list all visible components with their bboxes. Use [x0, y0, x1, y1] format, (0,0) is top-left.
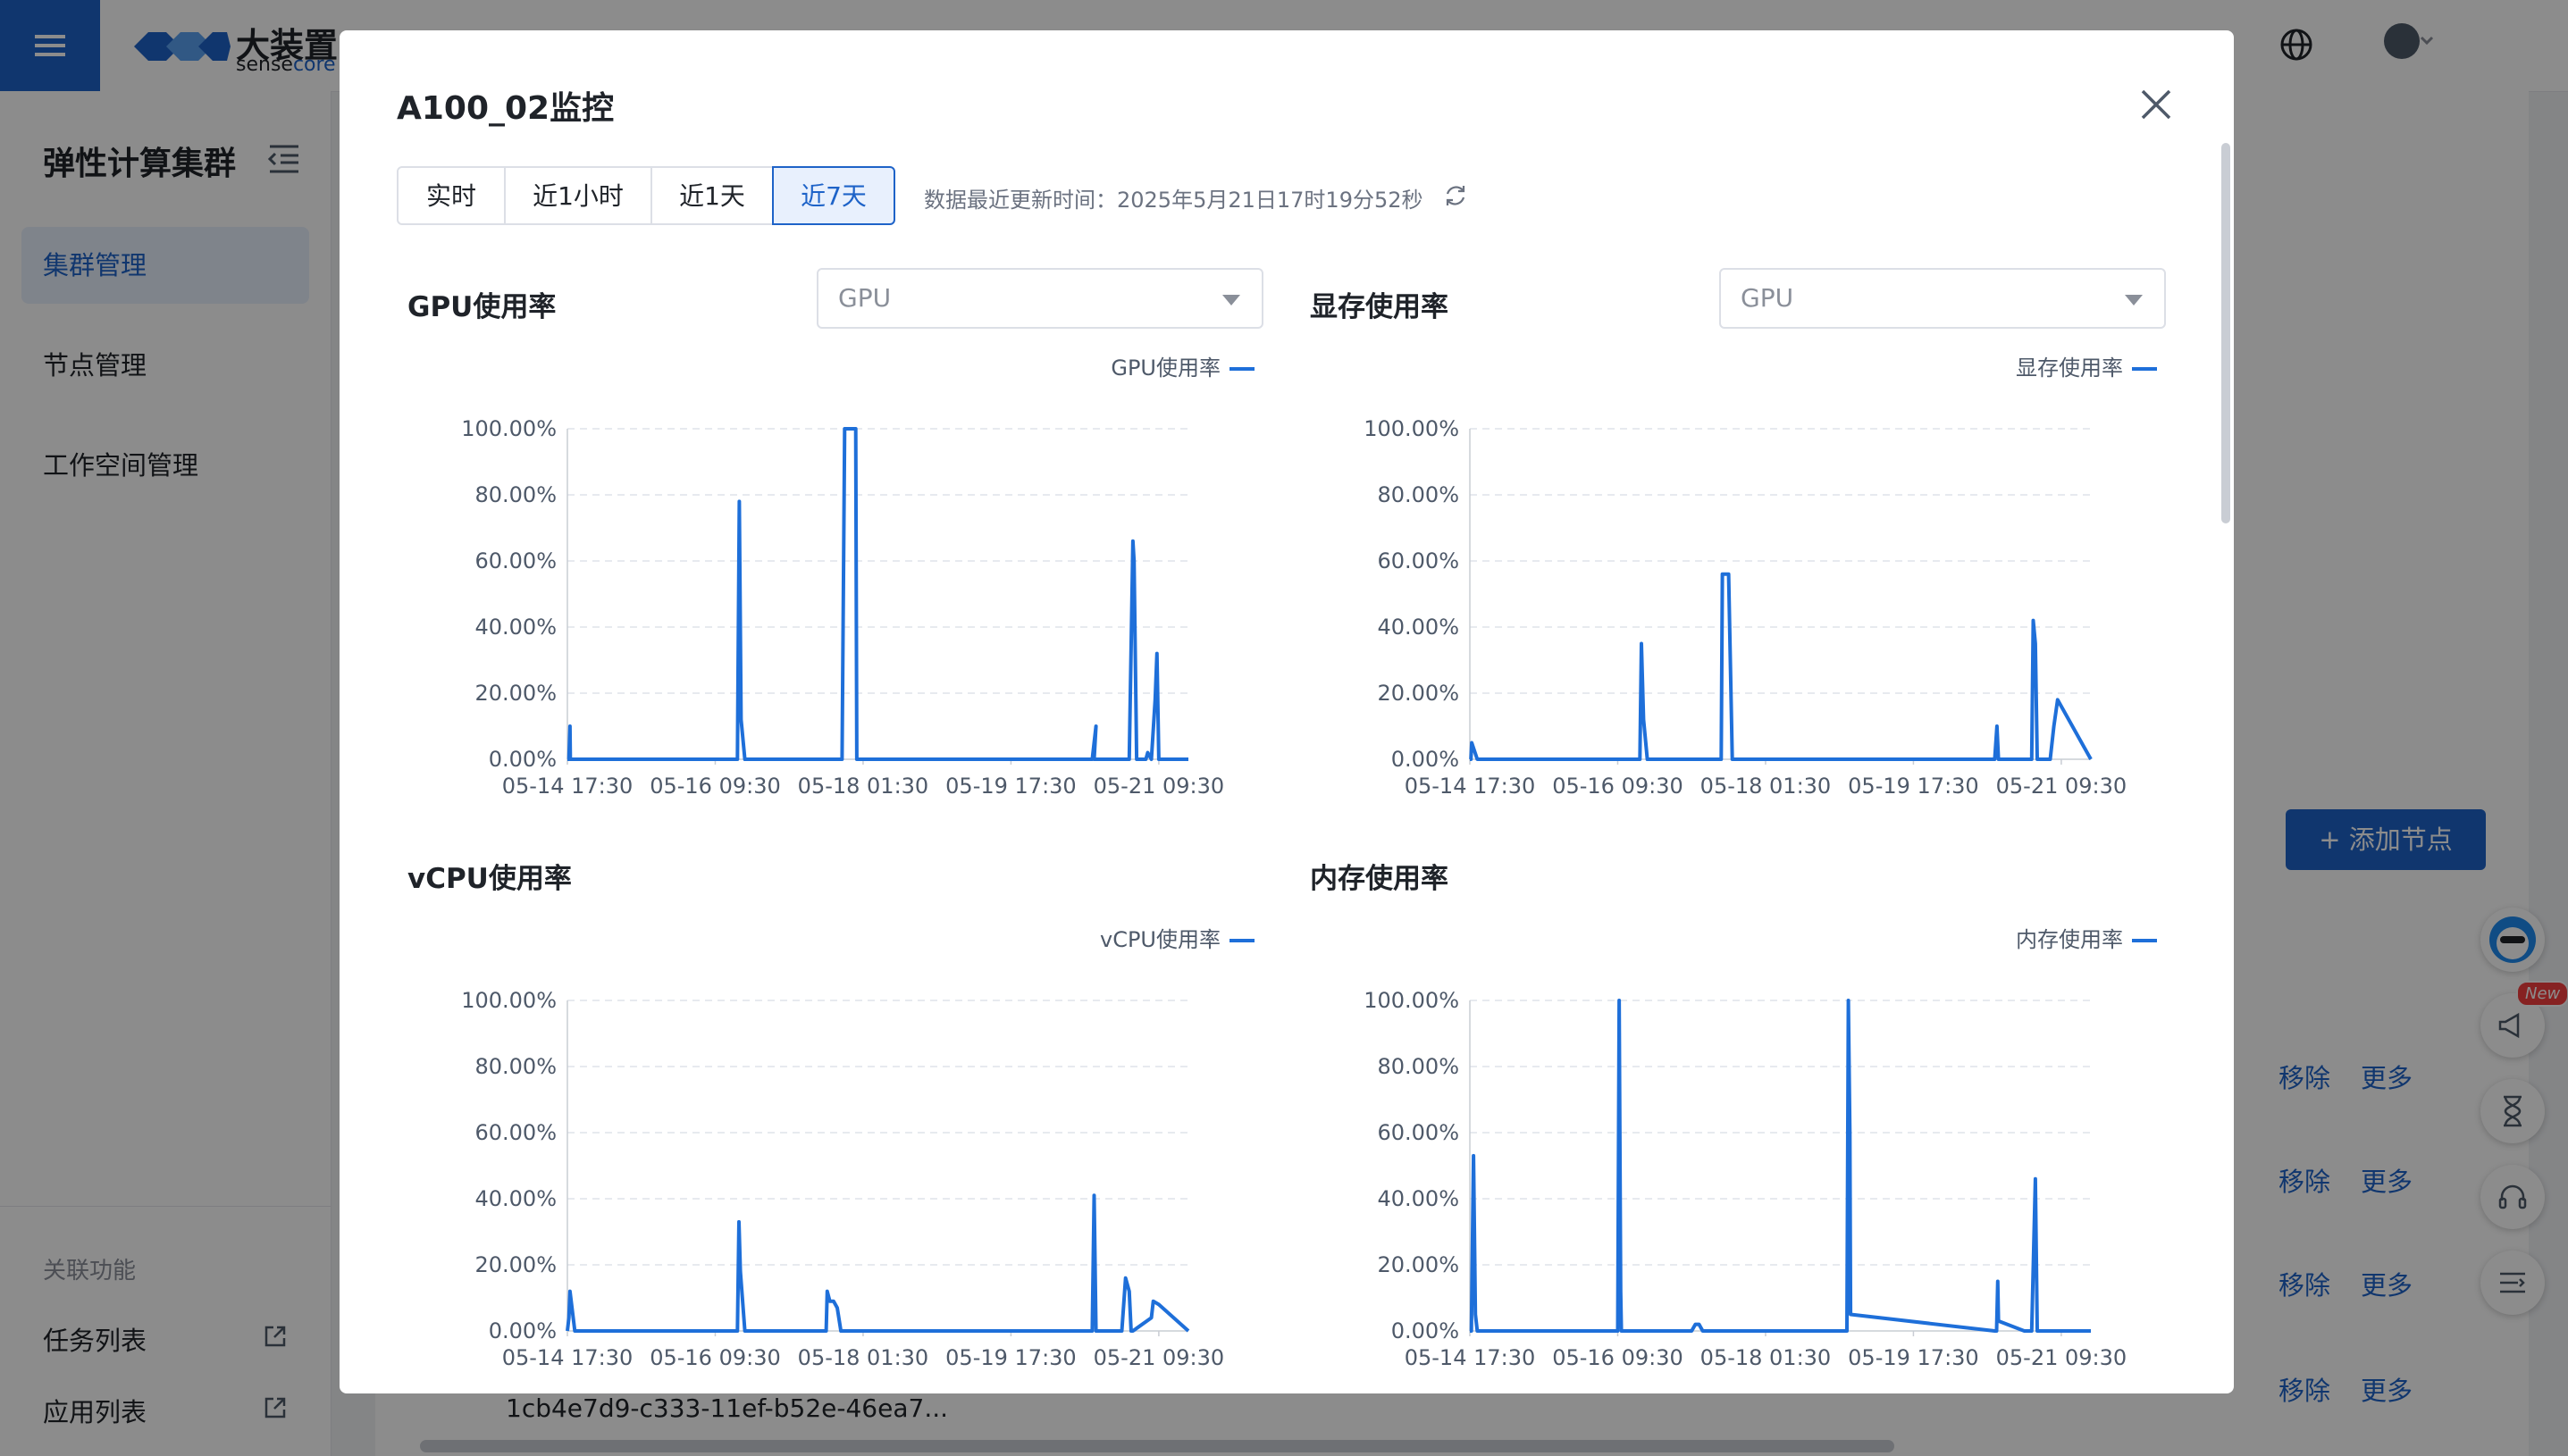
- vram-usage-chart: 0.00% 20.00% 40.00% 60.00% 80.00% 100.00% 05-1…: [1364, 416, 2127, 799]
- gpu-x-tick-label: 05-21 09:30: [1094, 774, 1225, 799]
- gpu-y-tick-label: 80.00%: [474, 482, 557, 507]
- gpu-series-line[interactable]: [566, 427, 1188, 761]
- vram-y-tick-label: 40.00%: [1377, 615, 1459, 640]
- vcpu-y-tick-label: 40.00%: [474, 1186, 557, 1211]
- gpu-select[interactable]: GPU: [817, 268, 1263, 329]
- gpu-x-tick-label: 05-18 01:30: [798, 774, 929, 799]
- vram-x-tick-label: 05-18 01:30: [1700, 774, 1832, 799]
- vcpu-legend[interactable]: vCPU使用率: [1100, 922, 1255, 953]
- memory-y-tick-label: 0.00%: [1391, 1318, 1459, 1343]
- gpu-legend[interactable]: GPU使用率: [1111, 350, 1255, 381]
- memory-x-tick-label: 05-19 17:30: [1848, 1345, 1979, 1370]
- tab-last-1-hour[interactable]: 近1小时: [504, 166, 652, 225]
- vram-y-tick-label: 80.00%: [1377, 482, 1459, 507]
- tab-last-1-day[interactable]: 近1天: [650, 166, 774, 225]
- tab-last-7-days[interactable]: 近7天: [772, 166, 895, 225]
- memory-x-tick-label: 05-18 01:30: [1700, 1345, 1832, 1370]
- vcpu-x-tick-label: 05-19 17:30: [945, 1345, 1077, 1370]
- gpu-y-tick-label: 0.00%: [489, 747, 557, 772]
- gpu-y-tick-label: 60.00%: [474, 548, 557, 573]
- memory-y-tick-label: 60.00%: [1377, 1120, 1459, 1145]
- gpu-usage-title: GPU使用率: [407, 291, 557, 323]
- memory-usage-chart: 0.00% 20.00% 40.00% 60.00% 80.00% 100.00% 05-1…: [1364, 988, 2127, 1370]
- gpu-y-tick-label: 40.00%: [474, 615, 557, 640]
- memory-y-tick-label: 100.00%: [1364, 988, 1459, 1013]
- refresh-icon[interactable]: [1442, 182, 1469, 209]
- vram-y-tick-label: 100.00%: [1364, 416, 1459, 441]
- last-update-time: 数据最近更新时间：2025年5月21日17时19分52秒: [924, 188, 1423, 213]
- memory-usage-title: 内存使用率: [1310, 863, 1448, 895]
- memory-x-tick-label: 05-16 09:30: [1552, 1345, 1683, 1370]
- vcpu-y-tick-label: 100.00%: [461, 988, 557, 1013]
- memory-y-tick-label: 20.00%: [1377, 1252, 1459, 1277]
- vcpu-y-tick-label: 0.00%: [489, 1318, 557, 1343]
- vram-legend[interactable]: 显存使用率: [2016, 350, 2157, 381]
- vram-gpu-select[interactable]: GPU: [1719, 268, 2166, 329]
- modal-scrollbar[interactable]: [2221, 143, 2230, 523]
- gpu-x-tick-label: 05-14 17:30: [502, 774, 634, 799]
- vram-usage-title: 显存使用率: [1310, 291, 1448, 323]
- vcpu-y-tick-label: 60.00%: [474, 1120, 557, 1145]
- gpu-x-tick-label: 05-19 17:30: [945, 774, 1077, 799]
- vram-x-tick-label: 05-16 09:30: [1552, 774, 1683, 799]
- memory-y-tick-label: 80.00%: [1377, 1054, 1459, 1079]
- vram-select-value: GPU: [1741, 283, 1794, 313]
- vcpu-usage-title: vCPU使用率: [407, 863, 572, 895]
- gpu-y-tick-label: 20.00%: [474, 681, 557, 706]
- modal-title: A100_02监控: [397, 90, 615, 127]
- vram-x-tick-label: 05-19 17:30: [1848, 774, 1979, 799]
- memory-series-line[interactable]: [1469, 999, 2091, 1333]
- vcpu-x-tick-label: 05-21 09:30: [1094, 1345, 1225, 1370]
- vram-y-tick-label: 0.00%: [1391, 747, 1459, 772]
- vram-x-tick-label: 05-14 17:30: [1405, 774, 1536, 799]
- gpu-y-tick-label: 100.00%: [461, 416, 557, 441]
- memory-legend[interactable]: 内存使用率: [2016, 922, 2157, 953]
- memory-y-tick-label: 40.00%: [1377, 1186, 1459, 1211]
- memory-x-tick-label: 05-14 17:30: [1405, 1345, 1536, 1370]
- vcpu-x-tick-label: 05-16 09:30: [650, 1345, 781, 1370]
- tab-realtime[interactable]: 实时: [397, 166, 506, 225]
- vcpu-y-tick-label: 20.00%: [474, 1252, 557, 1277]
- chevron-down-icon: [2125, 295, 2143, 305]
- vram-y-tick-label: 60.00%: [1377, 548, 1459, 573]
- vram-x-tick-label: 05-21 09:30: [1996, 774, 2127, 799]
- vcpu-x-tick-label: 05-14 17:30: [502, 1345, 634, 1370]
- vcpu-x-tick-label: 05-18 01:30: [798, 1345, 929, 1370]
- vcpu-series-line[interactable]: [566, 1193, 1190, 1333]
- memory-x-tick-label: 05-21 09:30: [1996, 1345, 2127, 1370]
- gpu-usage-chart: 0.00% 20.00% 40.00% 60.00% 80.00% 100.00% 05-1…: [461, 416, 1225, 799]
- gpu-select-value: GPU: [838, 283, 892, 313]
- vram-y-tick-label: 20.00%: [1377, 681, 1459, 706]
- vcpu-y-tick-label: 80.00%: [474, 1054, 557, 1079]
- close-icon[interactable]: [2137, 86, 2175, 123]
- vcpu-usage-chart: 0.00% 20.00% 40.00% 60.00% 80.00% 100.00% 05-1…: [461, 988, 1225, 1370]
- chevron-down-icon: [1222, 295, 1240, 305]
- vram-series-line[interactable]: [1469, 572, 2093, 761]
- gpu-x-tick-label: 05-16 09:30: [650, 774, 781, 799]
